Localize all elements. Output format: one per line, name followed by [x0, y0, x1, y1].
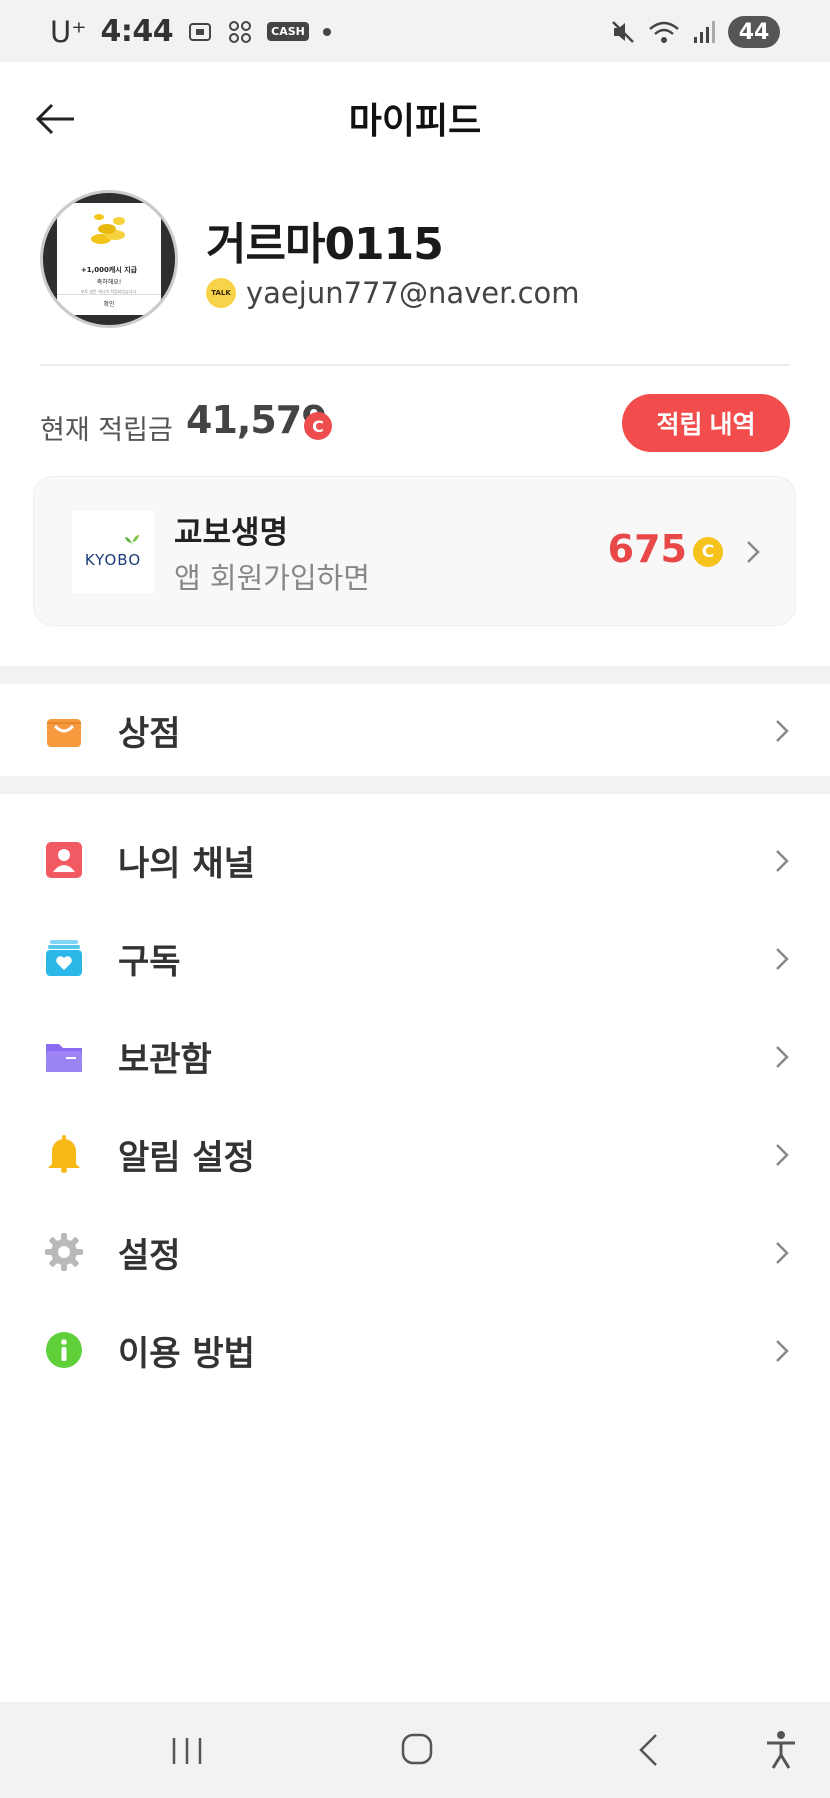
carrier-label: U⁺: [50, 14, 87, 49]
coin-icon: C: [693, 537, 723, 567]
avatar[interactable]: +1,000캐시 지급 축하해요! 포토 방문 캐시가 적립되었습니다. 확인: [40, 190, 178, 328]
chevron-right-icon: [776, 948, 789, 970]
nav-back-icon[interactable]: [636, 1732, 662, 1768]
signal-icon: [694, 21, 715, 43]
kakaotalk-icon: TALK: [206, 278, 236, 308]
screenshot-icon: [189, 22, 212, 41]
battery-indicator: 44: [728, 16, 780, 48]
mute-icon: [612, 21, 634, 43]
chevron-right-icon: [776, 1144, 789, 1166]
menu-item-label: 상점: [118, 714, 181, 754]
leaf-icon: [125, 535, 139, 546]
chevron-right-icon: [747, 541, 760, 563]
menu-item-notification-settings[interactable]: 알림 설정: [0, 1108, 830, 1198]
header: 마이피드: [0, 62, 830, 172]
section-separator: [0, 666, 830, 684]
shopping-bag-icon: [47, 719, 81, 747]
menu-item-label: 설정: [118, 1236, 181, 1276]
avatar-popup-image: +1,000캐시 지급 축하해요! 포토 방문 캐시가 적립되었습니다. 확인: [57, 203, 161, 315]
accessibility-icon[interactable]: [764, 1730, 798, 1770]
cash-icon: CASH: [267, 22, 309, 41]
menu-item-label: 이용 방법: [118, 1334, 255, 1374]
points-history-button[interactable]: 적립 내역: [622, 394, 790, 452]
person-icon: [46, 842, 82, 878]
subscribe-heart-icon: [46, 940, 82, 976]
menu-item-settings[interactable]: 설정: [0, 1206, 830, 1296]
divider: [40, 364, 790, 366]
email: yaejun777@naver.com: [246, 276, 580, 310]
menu-item-my-channel[interactable]: 나의 채널: [0, 814, 830, 904]
info-icon: [46, 1332, 82, 1368]
chevron-right-icon: [776, 720, 789, 742]
menu-item-label: 보관함: [118, 1040, 212, 1080]
menu-item-label: 구독: [118, 942, 181, 982]
clock: 4:44: [100, 14, 174, 49]
avatar-popup-line1: +1,000캐시 지급: [80, 266, 138, 274]
page-title: 마이피드: [348, 101, 482, 142]
menu-item-subscribe[interactable]: 구독: [0, 912, 830, 1002]
bell-icon: [48, 1135, 80, 1173]
email-row: TALK yaejun777@naver.com: [206, 276, 580, 310]
gear-icon: [45, 1233, 83, 1271]
recent-apps-icon[interactable]: [170, 1736, 204, 1766]
wifi-icon: [649, 21, 679, 43]
menu-item-label: 알림 설정: [118, 1138, 255, 1178]
avatar-popup-confirm: 확인: [57, 294, 161, 315]
ad-card-kyobo[interactable]: KYOBO 교보생명 앱 회원가입하면 675 C: [33, 476, 796, 626]
kyobo-logo: KYOBO: [72, 511, 154, 593]
ad-title: 교보생명: [174, 515, 289, 551]
menu-item-label: 나의 채널: [118, 844, 255, 884]
points-label: 현재 적립금: [40, 415, 173, 446]
coins-icon: [91, 214, 125, 244]
points-row: 현재 적립금 41,579 C 적립 내역: [40, 392, 790, 452]
username: 거르마0115: [206, 219, 444, 270]
coin-icon: C: [304, 412, 332, 440]
menu-item-storage[interactable]: 보관함: [0, 1010, 830, 1100]
chevron-right-icon: [776, 850, 789, 872]
menu-item-how-to-use[interactable]: 이용 방법: [0, 1304, 830, 1394]
notification-dot-icon: [322, 27, 331, 36]
home-icon[interactable]: [400, 1732, 434, 1766]
chevron-right-icon: [776, 1046, 789, 1068]
status-bar: U⁺ 4:44 CASH 44: [0, 0, 830, 62]
section-separator: [0, 776, 830, 794]
ad-points: 675: [607, 527, 687, 571]
ad-subtitle: 앱 회원가입하면: [174, 561, 370, 595]
kyobo-logo-text: KYOBO: [84, 551, 142, 569]
chevron-right-icon: [776, 1242, 789, 1264]
avatar-popup-line2: 축하해요!: [96, 279, 122, 286]
system-nav-bar: [0, 1702, 830, 1798]
chevron-right-icon: [776, 1340, 789, 1362]
menu-item-store[interactable]: 상점: [0, 684, 830, 774]
app-grid-icon: [229, 20, 252, 43]
folder-icon: [46, 1044, 82, 1072]
profile-section: +1,000캐시 지급 축하해요! 포토 방문 캐시가 적립되었습니다. 확인 …: [40, 190, 800, 330]
